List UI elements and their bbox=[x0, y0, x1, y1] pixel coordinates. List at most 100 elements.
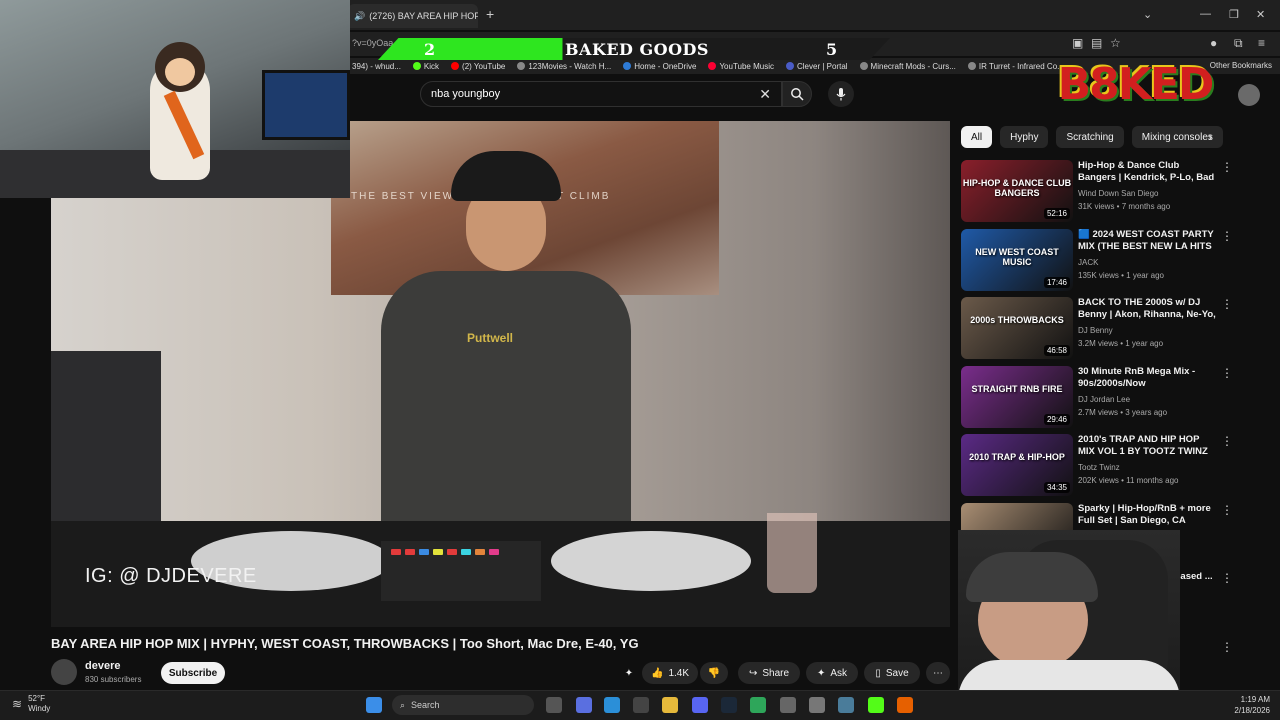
recommended-title[interactable]: Hip-Hop & Dance Club Bangers | Kendrick,… bbox=[1078, 160, 1216, 184]
steam-icon[interactable] bbox=[721, 697, 737, 713]
weather-widget[interactable]: ≋ 52°F Windy bbox=[12, 694, 50, 714]
copilot-icon[interactable] bbox=[576, 697, 592, 713]
settings-gear-icon[interactable] bbox=[780, 697, 796, 713]
baked-logo: B8KED bbox=[1057, 58, 1215, 110]
recommended-channel[interactable]: Wind Down San Diego bbox=[1078, 189, 1158, 198]
bookmark-item[interactable]: 394) - whud... bbox=[352, 62, 401, 71]
file-explorer-icon[interactable] bbox=[662, 697, 678, 713]
account-avatar[interactable] bbox=[1238, 84, 1260, 106]
photos-icon[interactable] bbox=[838, 697, 854, 713]
bookmark-item[interactable]: Home - OneDrive bbox=[623, 62, 696, 71]
more-actions-button[interactable]: ⋯ bbox=[926, 662, 950, 684]
more-vert-icon[interactable]: ⋮ bbox=[1221, 434, 1233, 448]
search-input[interactable]: nba youngboy ✕ bbox=[420, 81, 782, 107]
dislike-button[interactable]: 👎 bbox=[700, 662, 728, 684]
url-field[interactable]: ?v=0yOaa bbox=[352, 38, 393, 48]
score-right: 5 bbox=[826, 40, 838, 59]
video-thumbnail[interactable]: 2000s THROWBACKS 46:58 bbox=[961, 297, 1073, 359]
recommended-title[interactable]: BACK TO THE 2000S w/ DJ Benny | Akon, Ri… bbox=[1078, 297, 1216, 321]
maximize-button[interactable]: ❐ bbox=[1229, 8, 1239, 21]
recommended-meta: 135K views • 1 year ago bbox=[1078, 270, 1164, 280]
video-thumbnail[interactable]: HIP-HOP & DANCE CLUB BANGERS 52:16 bbox=[961, 160, 1073, 222]
taskbar-search[interactable]: ⌕ Search bbox=[392, 695, 534, 715]
recommended-video[interactable]: NEW WEST COAST MUSIC 17:46 🟦 2024 WEST COA… bbox=[961, 228, 1233, 291]
more-vert-icon[interactable]: ⋮ bbox=[1221, 229, 1233, 243]
extensions-icon[interactable]: ⧉ bbox=[1234, 36, 1243, 51]
tab-list-chevron-icon[interactable]: ⌄ bbox=[1143, 8, 1152, 21]
store-icon[interactable] bbox=[633, 697, 649, 713]
recommended-meta: 31K views • 7 months ago bbox=[1078, 202, 1171, 211]
thumbnail-text: 2000s THROWBACKS bbox=[970, 315, 1064, 325]
video-thumbnail[interactable]: STRAIGHT RNB FIRE 29:46 bbox=[961, 365, 1073, 428]
favorite-star-icon[interactable]: ☆ bbox=[1110, 36, 1121, 50]
more-vert-icon[interactable]: ⋮ bbox=[1221, 503, 1233, 517]
thumbs-up-icon: 👍 bbox=[650, 667, 664, 679]
app-icon[interactable] bbox=[750, 697, 766, 713]
clock-date: 2/18/2026 bbox=[1234, 706, 1270, 715]
chip-scratching[interactable]: Scratching bbox=[1056, 126, 1124, 148]
recommended-title[interactable]: Sparky | Hip-Hop/RnB + more Full Set | S… bbox=[1078, 503, 1216, 527]
more-vert-icon[interactable]: ⋮ bbox=[1221, 571, 1233, 585]
video-duration: 46:58 bbox=[1043, 345, 1070, 356]
recommended-video[interactable]: STRAIGHT RNB FIRE 29:46 30 Minute RnB Mega… bbox=[961, 365, 1233, 428]
save-button[interactable]: ▯ Save bbox=[864, 662, 920, 684]
recommended-channel[interactable]: DJ Jordan Lee bbox=[1078, 395, 1130, 404]
ask-button[interactable]: ✦ Ask bbox=[806, 662, 858, 684]
close-window-button[interactable]: ✕ bbox=[1256, 8, 1265, 21]
calculator-icon[interactable] bbox=[809, 697, 825, 713]
recommended-title[interactable]: 🟦 2024 WEST COAST PARTY MIX (THE BEST NE… bbox=[1078, 229, 1216, 253]
task-view-icon[interactable] bbox=[546, 697, 562, 713]
extension-icon[interactable]: ▣ bbox=[1072, 36, 1083, 50]
bookmark-item[interactable]: 123Movies - Watch H... bbox=[517, 62, 611, 71]
more-vert-icon[interactable]: ⋮ bbox=[1221, 297, 1233, 311]
windows-start-icon[interactable] bbox=[366, 697, 382, 713]
profile-icon[interactable]: ● bbox=[1210, 36, 1217, 50]
search-button[interactable] bbox=[782, 81, 812, 107]
more-vert-icon[interactable]: ⋮ bbox=[1221, 366, 1233, 380]
video-duration: 29:46 bbox=[1043, 413, 1070, 425]
new-tab-button[interactable]: + bbox=[486, 6, 494, 22]
recommended-title[interactable]: 30 Minute RnB Mega Mix - 90s/2000s/Now bbox=[1078, 366, 1216, 390]
bookmark-item[interactable]: Kick bbox=[412, 62, 439, 71]
recommended-video[interactable]: 2000s THROWBACKS 46:58 BACK TO THE 2000S w… bbox=[961, 297, 1233, 359]
system-clock[interactable]: 1:19 AM 2/18/2026 bbox=[1234, 694, 1270, 716]
subscribe-button[interactable]: Subscribe bbox=[161, 662, 225, 684]
clear-search-icon[interactable]: ✕ bbox=[759, 86, 771, 103]
chevron-right-icon[interactable]: › bbox=[1208, 128, 1213, 144]
recommended-channel[interactable]: Tootz Twinz bbox=[1078, 463, 1120, 472]
video-thumbnail[interactable]: 2010 TRAP & HIP-HOP 34:35 bbox=[961, 434, 1073, 496]
instagram-caption: IG: @ DJDEVERE bbox=[85, 565, 257, 587]
globe-icon bbox=[967, 62, 976, 70]
discord-icon[interactable] bbox=[692, 697, 708, 713]
channel-avatar[interactable] bbox=[51, 659, 77, 685]
video-thumbnail[interactable]: NEW WEST COAST MUSIC 17:46 bbox=[961, 228, 1073, 291]
recommended-meta: 3.2M views • 1 year ago bbox=[1078, 339, 1164, 348]
bookmark-item[interactable]: Minecraft Mods - Curs... bbox=[859, 62, 956, 71]
bookmark-item[interactable]: Clever | Portal bbox=[786, 62, 848, 71]
recommended-video[interactable]: HIP-HOP & DANCE CLUB BANGERS 52:16 Hip-Hop… bbox=[961, 160, 1233, 222]
more-vert-icon[interactable]: ⋮ bbox=[1221, 640, 1233, 654]
kick-app-icon[interactable] bbox=[868, 697, 884, 713]
share-button[interactable]: ↪ Share bbox=[738, 662, 800, 684]
chip-hyphy[interactable]: Hyphy bbox=[1000, 126, 1049, 148]
score-left: 2 bbox=[424, 40, 436, 59]
kick-icon bbox=[412, 62, 421, 70]
more-vert-icon[interactable]: ⋮ bbox=[1221, 160, 1233, 174]
hype-icon[interactable]: ✦ bbox=[620, 662, 638, 684]
recommended-video[interactable]: 2010 TRAP & HIP-HOP 34:35 2010's TRAP AND … bbox=[961, 434, 1233, 496]
chip-all[interactable]: All bbox=[961, 126, 993, 148]
recommended-title[interactable]: 2010's TRAP AND HIP HOP MIX VOL 1 BY TOO… bbox=[1078, 434, 1216, 458]
edge-icon[interactable] bbox=[604, 697, 620, 713]
recommended-channel[interactable]: JACK bbox=[1078, 258, 1098, 267]
voice-search-button[interactable] bbox=[828, 81, 854, 107]
firefox-icon[interactable] bbox=[897, 697, 913, 713]
like-button[interactable]: 👍 1.4K bbox=[642, 662, 698, 684]
browser-tab[interactable]: 🔊 (2726) BAY AREA HIP HOP ✕ bbox=[348, 4, 478, 28]
bookmark-item[interactable]: (2) YouTube bbox=[451, 62, 505, 71]
channel-name[interactable]: devere bbox=[85, 660, 120, 672]
recommended-channel[interactable]: DJ Benny bbox=[1078, 326, 1113, 335]
minimize-button[interactable]: — bbox=[1200, 8, 1211, 20]
menu-icon[interactable]: ≡ bbox=[1258, 36, 1265, 50]
reader-icon[interactable]: ▤ bbox=[1091, 36, 1102, 50]
bookmark-item[interactable]: YouTube Music bbox=[708, 62, 774, 71]
